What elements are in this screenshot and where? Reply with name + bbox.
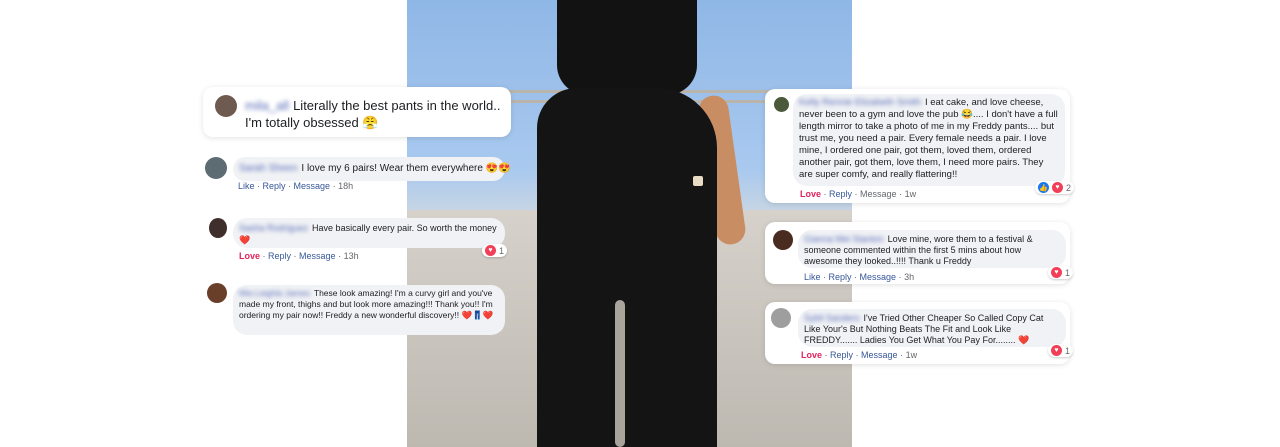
model-figure [497,0,757,447]
reaction-count[interactable]: ♥ 1 [1048,266,1074,279]
avatar [774,97,789,112]
comment-card: Kelly Rennie Elizabeth Smith I eat cake, … [765,89,1075,203]
like-link[interactable]: Like [804,272,821,282]
avatar [215,95,237,117]
commenter-name[interactable]: Mia Leighla James [239,288,310,298]
timestamp: 18h [338,181,354,191]
emoji: ❤️ [239,235,251,245]
black-leggings [537,88,717,447]
commenter-name[interactable]: Sybil Sanders [804,313,860,323]
commenter-name[interactable]: mila_all [245,98,289,113]
reaction-count[interactable]: ♥ 1 [1048,344,1074,357]
message-link[interactable]: Message [860,272,897,282]
comment-bubble: Sybil Sanders I've Tried Other Cheaper So… [798,309,1066,347]
reply-link[interactable]: Reply [263,181,286,191]
timestamp: 3h [904,272,915,282]
comment-actions: Like · Reply · Message · 18h [238,181,354,191]
timestamp: 1w [904,189,917,199]
message-link[interactable]: Message [299,251,336,261]
avatar [771,308,791,328]
comment-bubble: Gianna Mei Stanton Love mine, wore them t… [798,230,1066,268]
commenter-name[interactable]: Kelly Rennie Elizabeth Smith [799,97,921,108]
comment-bubble: Mia Leighla James These look amazing! I'm… [233,285,505,335]
comment-card: mila_all Literally the best pants in the … [203,87,511,137]
reply-link[interactable]: Reply [830,350,853,360]
leg-gap [615,300,625,447]
avatar [773,230,793,250]
reply-link[interactable]: Reply [829,189,852,199]
commenter-name[interactable]: Gianna Mei Stanton [804,234,884,244]
avatar [209,218,227,238]
like-link[interactable]: Like [238,181,255,191]
comment-actions: Love · Reply · Message · 1w [801,350,918,360]
emoji: 😍😍 [485,163,511,174]
comment-card: Sybil Sanders I've Tried Other Cheaper So… [765,302,1074,364]
like-icon: 👍 [1038,182,1049,193]
message-link[interactable]: Message [294,181,331,191]
timestamp: 13h [343,251,359,261]
brand-badge [693,176,703,186]
message-link[interactable]: Message [860,189,897,199]
black-top [557,0,697,95]
comment-actions: Love · Reply · Message · 1w [800,189,917,199]
reply-link[interactable]: Reply [829,272,852,282]
avatar [207,283,227,303]
commenter-name[interactable]: Sasha Rodriguez [239,223,308,233]
comment-bubble: Sarah Sheen I love my 6 pairs! Wear them … [233,157,511,181]
commenter-name[interactable]: Sarah Sheen [239,163,297,174]
emoji: 😤 [362,115,379,130]
reaction-count[interactable]: ♥ 1 [482,244,508,257]
comment-bubble: Sasha Rodriguez Have basically every pair… [233,218,505,248]
heart-icon: ♥ [1052,182,1063,193]
comment-actions: Like · Reply · Message · 3h [804,272,915,282]
love-link[interactable]: Love [239,251,260,261]
emoji: ❤️ [1017,335,1030,345]
message-link[interactable]: Message [861,350,898,360]
comment-actions: Love · Reply · Message · 13h [239,251,359,261]
emoji: ❤️👖❤️ [461,310,494,320]
reaction-count[interactable]: 👍 ♥ 2 [1035,181,1075,194]
reply-link[interactable]: Reply [268,251,291,261]
comment-bubble: Kelly Rennie Elizabeth Smith I eat cake, … [793,94,1065,186]
love-link[interactable]: Love [801,350,822,360]
love-link[interactable]: Love [800,189,821,199]
heart-icon: ♥ [485,245,496,256]
heart-icon: ♥ [1051,345,1062,356]
timestamp: 1w [905,350,918,360]
comment-text: mila_all Literally the best pants in the … [245,98,501,130]
avatar [205,157,227,179]
comment-card: Gianna Mei Stanton Love mine, wore them t… [765,222,1074,284]
heart-icon: ♥ [1051,267,1062,278]
